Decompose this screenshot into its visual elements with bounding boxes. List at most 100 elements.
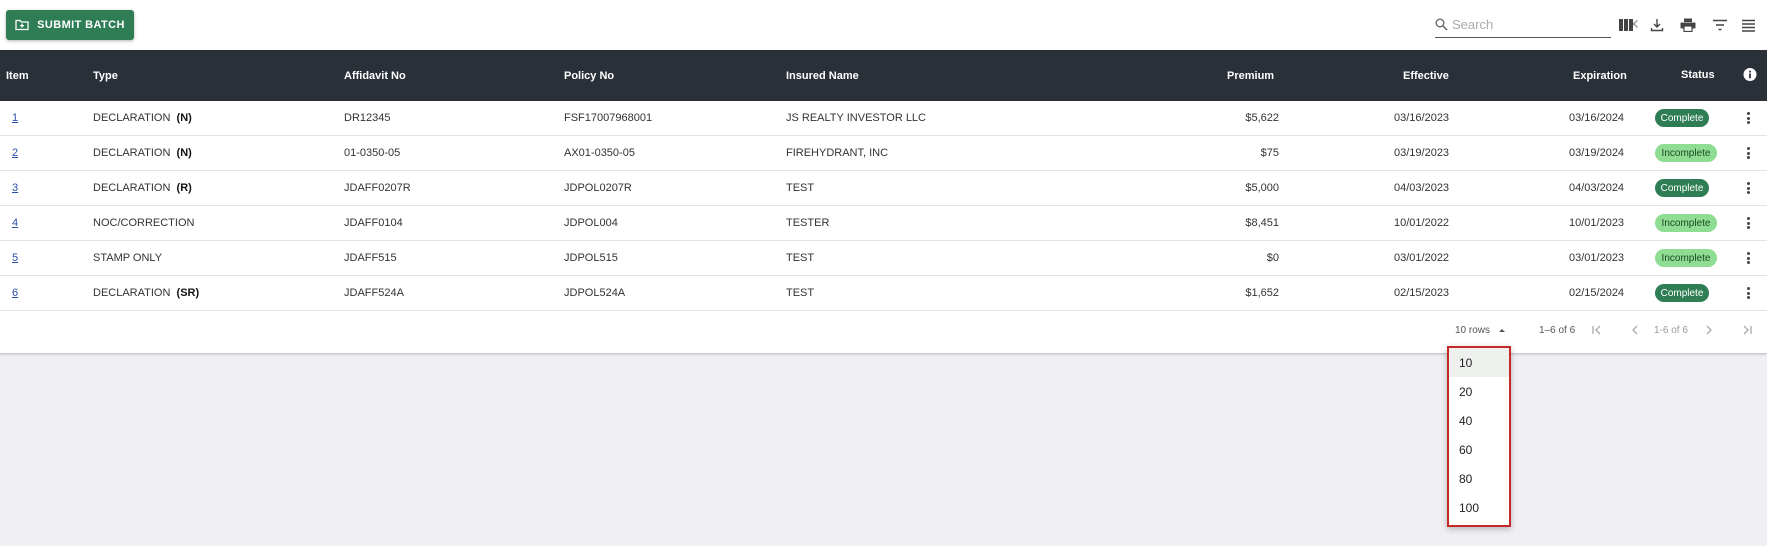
row-menu-icon[interactable] (1742, 179, 1754, 197)
density-icon[interactable] (1738, 15, 1758, 35)
type-code: (SR) (176, 287, 200, 299)
columns-icon[interactable] (1616, 15, 1636, 35)
type-cell: DECLARATION (N) (93, 147, 192, 159)
premium-cell: $1,652 (1245, 287, 1279, 299)
premium-cell: $8,451 (1245, 217, 1279, 229)
rows-option-10[interactable]: 10 (1449, 348, 1509, 377)
insured-cell: TEST (786, 252, 815, 264)
insured-cell: TEST (786, 182, 815, 194)
affidavit-cell: JDAFF0104 (344, 217, 403, 229)
type-label: NOC/CORRECTION (93, 217, 195, 229)
column-header-status[interactable]: Status (1681, 68, 1715, 80)
item-link[interactable]: 6 (12, 287, 18, 299)
status-badge: Incomplete (1655, 214, 1717, 232)
status-badge: Incomplete (1655, 249, 1717, 267)
policy-cell: JDPOL004 (564, 217, 618, 229)
policy-cell: AX01-0350-05 (564, 147, 635, 159)
table-row: 2 DECLARATION (N) 01-0350-05 AX01-0350-0… (0, 136, 1767, 171)
type-cell: DECLARATION (R) (93, 182, 192, 194)
item-link[interactable]: 1 (12, 112, 18, 124)
info-icon[interactable] (1743, 67, 1757, 84)
search-input[interactable] (1448, 17, 1628, 32)
item-link[interactable]: 4 (12, 217, 18, 229)
first-page-icon[interactable] (1589, 321, 1605, 339)
last-page-icon[interactable] (1739, 321, 1755, 339)
item-link[interactable]: 3 (12, 182, 18, 194)
policy-cell: JDPOL0207R (564, 182, 632, 194)
status-badge: Incomplete (1655, 144, 1717, 162)
row-menu-icon[interactable] (1742, 249, 1754, 267)
type-label: DECLARATION (93, 287, 171, 299)
next-page-icon[interactable] (1701, 321, 1717, 339)
row-menu-icon[interactable] (1742, 284, 1754, 302)
item-link[interactable]: 5 (12, 252, 18, 264)
type-label: DECLARATION (93, 182, 171, 194)
folder-add-icon (15, 19, 29, 31)
premium-cell: $5,622 (1245, 112, 1279, 124)
column-header-premium[interactable]: Premium (1227, 70, 1274, 82)
expiration-cell: 04/03/2024 (1569, 182, 1625, 194)
column-header-policy[interactable]: Policy No (564, 70, 614, 82)
type-code: (R) (176, 182, 192, 194)
type-cell: DECLARATION (SR) (93, 287, 199, 299)
print-icon[interactable] (1678, 15, 1698, 35)
column-header-insured[interactable]: Insured Name (786, 70, 859, 82)
affidavit-cell: DR12345 (344, 112, 391, 124)
page-info: 1-6 of 6 (1654, 324, 1688, 336)
column-header-type[interactable]: Type (93, 70, 118, 82)
expiration-cell: 02/15/2024 (1569, 287, 1625, 299)
insured-cell: TEST (786, 287, 815, 299)
premium-cell: $5,000 (1245, 182, 1279, 194)
effective-cell: 10/01/2022 (1394, 217, 1450, 229)
type-cell: STAMP ONLY (93, 252, 162, 264)
type-label: DECLARATION (93, 147, 171, 159)
expiration-cell: 03/16/2024 (1569, 112, 1625, 124)
rows-option-40[interactable]: 40 (1449, 406, 1509, 435)
expiration-cell: 10/01/2023 (1569, 217, 1625, 229)
affidavit-cell: JDAFF524A (344, 287, 404, 299)
caret-up-icon (1499, 329, 1506, 332)
column-header-item[interactable]: Item (6, 70, 29, 82)
type-cell: DECLARATION (N) (93, 112, 192, 124)
rows-per-page-select[interactable]: 10 rows (1455, 320, 1509, 340)
effective-cell: 02/15/2023 (1394, 287, 1450, 299)
policy-cell: JDPOL515 (564, 252, 618, 264)
type-label: STAMP ONLY (93, 252, 163, 264)
rows-option-100[interactable]: 100 (1449, 493, 1509, 522)
effective-cell: 04/03/2023 (1394, 182, 1450, 194)
download-icon[interactable] (1647, 15, 1667, 35)
status-badge: Complete (1655, 109, 1709, 127)
column-header-effective[interactable]: Effective (1403, 70, 1449, 82)
type-code: (N) (176, 112, 192, 124)
row-menu-icon[interactable] (1742, 109, 1754, 127)
filter-icon[interactable] (1710, 15, 1730, 35)
effective-cell: 03/19/2023 (1394, 147, 1450, 159)
row-range: 1–6 of 6 (1539, 324, 1576, 336)
table-row: 6 DECLARATION (SR) JDAFF524A JDPOL524A T… (0, 276, 1767, 311)
search-box[interactable]: ✕ (1435, 12, 1640, 38)
row-menu-icon[interactable] (1742, 214, 1754, 232)
previous-page-icon[interactable] (1627, 321, 1643, 339)
rows-option-80[interactable]: 80 (1449, 464, 1509, 493)
type-code: (N) (176, 147, 192, 159)
affidavit-cell: 01-0350-05 (344, 147, 401, 159)
submit-batch-button[interactable]: SUBMIT BATCH (6, 10, 134, 40)
column-header-expiration[interactable]: Expiration (1573, 70, 1627, 82)
policy-cell: FSF17007968001 (564, 112, 653, 124)
rows-per-page-label: 10 rows (1455, 324, 1491, 336)
insured-cell: FIREHYDRANT, INC (786, 147, 889, 159)
rows-per-page-menu: 10 20 40 60 80 100 (1447, 346, 1511, 527)
affidavit-cell: JDAFF0207R (344, 182, 411, 194)
table-row: 3 DECLARATION (R) JDAFF0207R JDPOL0207R … (0, 171, 1767, 206)
rows-option-20[interactable]: 20 (1449, 377, 1509, 406)
rows-option-60[interactable]: 60 (1449, 435, 1509, 464)
status-badge: Complete (1655, 284, 1709, 302)
expiration-cell: 03/19/2024 (1569, 147, 1625, 159)
type-cell: NOC/CORRECTION (93, 217, 194, 229)
submit-batch-label: SUBMIT BATCH (37, 19, 125, 31)
item-link[interactable]: 2 (12, 147, 18, 159)
column-header-affidavit[interactable]: Affidavit No (344, 70, 406, 82)
premium-cell: $75 (1260, 147, 1279, 159)
table-header: Item Type Affidavit No Policy No Insured… (0, 50, 1767, 101)
row-menu-icon[interactable] (1742, 144, 1754, 162)
